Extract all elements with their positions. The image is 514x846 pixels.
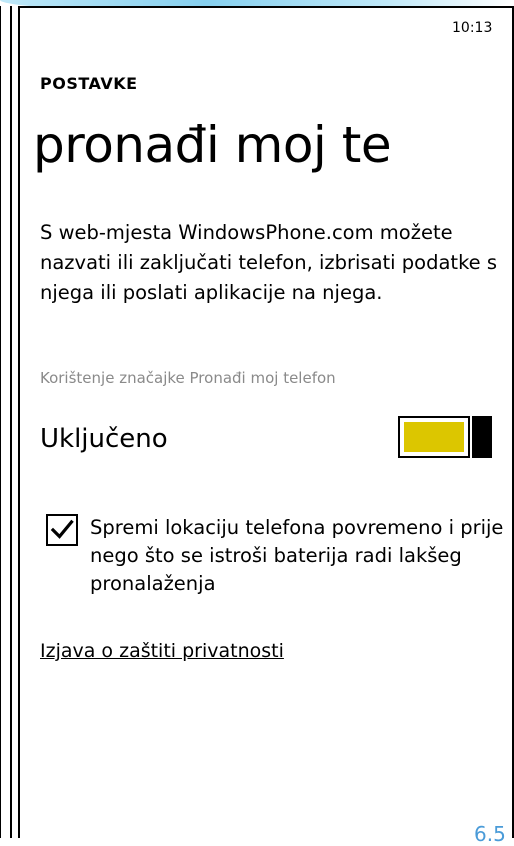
- toggle-label: Korištenje značajke Pronađi moj telefon: [40, 369, 336, 387]
- find-my-phone-toggle[interactable]: [398, 416, 494, 458]
- toggle-state-text: Uključeno: [40, 424, 168, 454]
- save-location-checkbox[interactable]: [46, 514, 78, 546]
- toggle-fill: [404, 422, 464, 452]
- slide-number: 6.5: [474, 822, 506, 846]
- save-location-label[interactable]: Spremi lokaciju telefona povremeno i pri…: [90, 514, 510, 598]
- toggle-thumb[interactable]: [472, 416, 492, 458]
- page-title: pronađi moj te: [33, 116, 392, 174]
- left-frame-strip: [0, 6, 12, 838]
- privacy-statement-link[interactable]: Izjava o zaštiti privatnosti: [40, 640, 284, 662]
- section-title: POSTAVKE: [40, 74, 138, 93]
- status-clock: 10:13: [452, 20, 493, 36]
- description-text: S web-mjesta WindowsPhone.com možete naz…: [40, 221, 498, 304]
- checkmark-icon: [50, 519, 74, 539]
